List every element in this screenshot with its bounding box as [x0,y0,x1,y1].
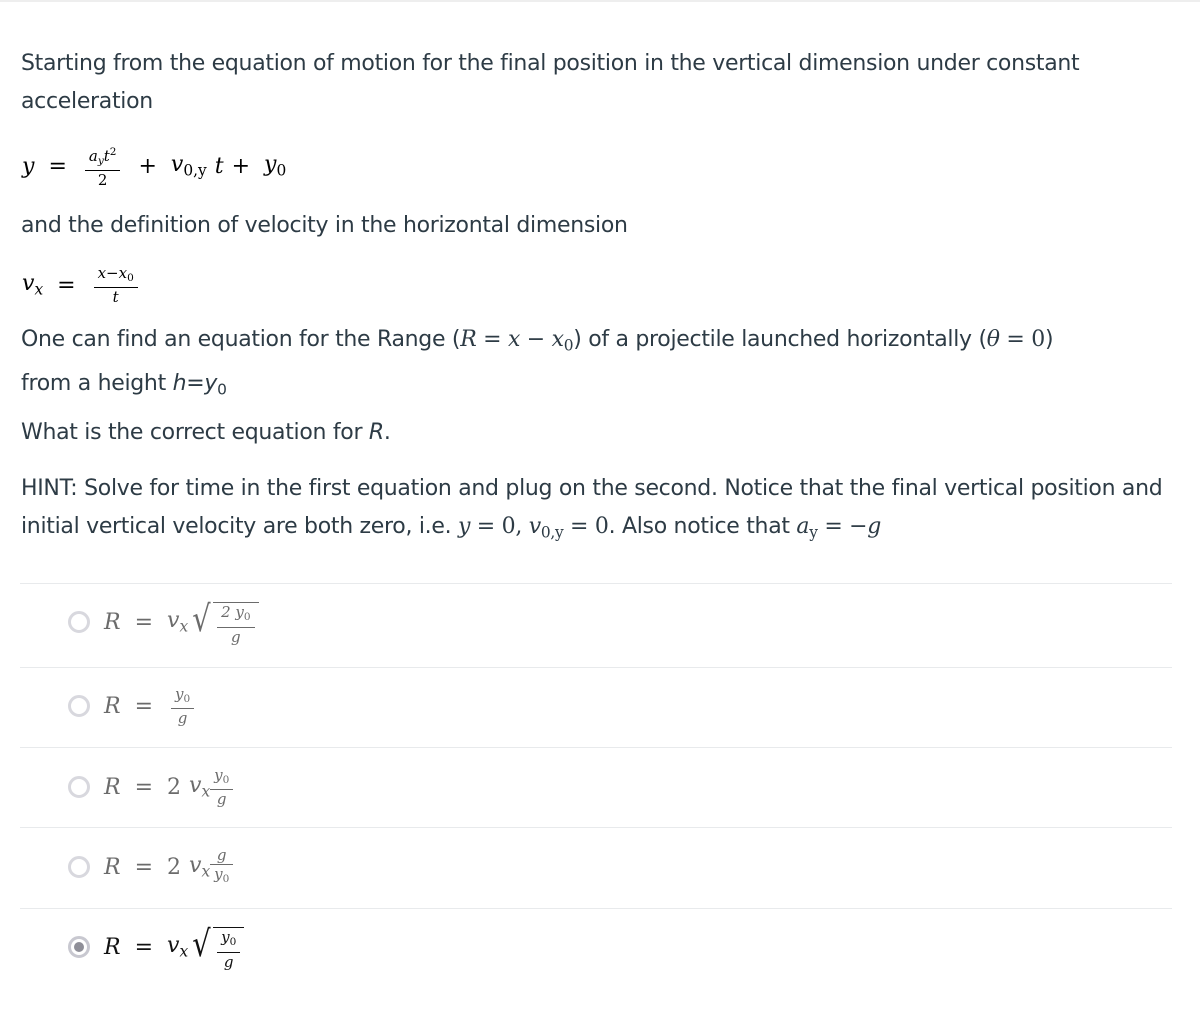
answer-vx: vx [167,933,189,961]
answer-coefficient: 2 [167,854,182,880]
eq1-frac-num: ayt2 [88,145,117,168]
answers-top-divider [20,583,1172,584]
answer-vx: vx [189,853,211,881]
radio-button[interactable] [68,776,90,798]
answer-option-4[interactable]: R = 2 vx g y0 [68,837,237,897]
answer-divider [20,747,1172,748]
eq1-y0: y0 [264,152,287,180]
eq2-frac-num: x−x0 [97,263,134,285]
intro-text-content: Starting from the equation of motion for… [21,51,1080,114]
mid-text: and the definition of velocity in the ho… [21,207,1171,245]
eq1-plus: + [138,153,157,179]
radio-button[interactable] [68,695,90,717]
eq1-t: t [214,153,224,179]
answer-equals: = [134,774,154,800]
eq1-lhs: y [22,153,35,179]
answer-R: R [104,609,121,635]
mid-text-content: and the definition of velocity in the ho… [21,213,628,238]
answer-option-1[interactable]: R = vx √ 2 y0 g [68,592,259,652]
eq1-equals: = [48,153,67,179]
radio-button[interactable] [68,611,90,633]
answer-coefficient: 2 [167,774,182,800]
answer-R: R [104,934,121,960]
answer-option-2[interactable]: R = y0 g [68,676,198,736]
answer-fraction: y0 g [171,685,195,727]
sqrt-icon: √ y0 g [190,923,245,971]
equation-vertical-position: y = ayt2 2 + v0,y t + y0 [22,138,286,194]
range-text: One can find an equation for the Range (… [21,327,1054,399]
eq2-fraction: x−x0 t [93,263,138,306]
answer-vx: vx [167,608,189,636]
eq1-fraction: ayt2 2 [84,143,121,189]
answer-equals: = [134,609,154,635]
answer-divider [20,827,1172,828]
top-border [0,0,1200,2]
eq1-v0y: v0,y [170,152,207,180]
answer-R: R [104,854,121,880]
eq2-frac-den: t [93,287,138,306]
radio-button[interactable] [68,856,90,878]
eq2-equals: = [57,272,76,298]
answer-R: R [104,774,121,800]
eq1-plus-2: + [231,153,251,179]
intro-text: Starting from the equation of motion for… [21,45,1171,121]
answer-divider [20,667,1172,668]
equation-horizontal-velocity: vx = x−x0 t [22,260,142,310]
question-prompt: What is the correct equation for R. [21,420,391,445]
eq1-frac-den: 2 [84,170,121,189]
answer-R: R [104,693,121,719]
answer-equals: = [134,934,154,960]
hint-text: HINT: Solve for time in the first equati… [21,476,1163,542]
sqrt-icon: √ 2 y0 g [190,598,259,646]
answer-divider [20,908,1172,909]
radio-button-selected[interactable] [68,936,90,958]
answer-fraction: y0 g [210,766,234,808]
answer-option-5[interactable]: R = vx √ y0 g [68,917,245,977]
answer-equals: = [134,693,154,719]
answer-equals: = [134,854,154,880]
answer-option-3[interactable]: R = 2 vx y0 g [68,757,237,817]
answer-fraction: g y0 [210,846,234,888]
eq2-lhs: vx [22,271,44,299]
answer-vx: vx [189,773,211,801]
